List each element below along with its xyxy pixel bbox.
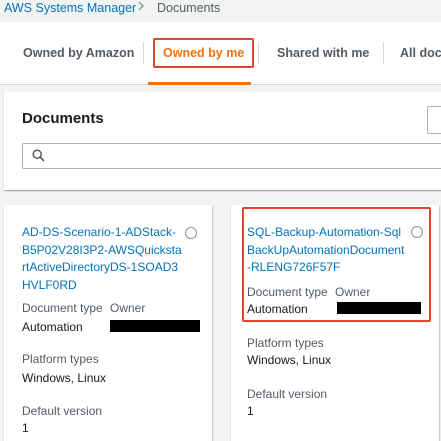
search-box[interactable] xyxy=(22,143,441,169)
default-version-value: 1 xyxy=(247,404,254,418)
document-name-link[interactable]: AD-DS-Scenario-1-ADStack-B5P02V28I3P2-AW… xyxy=(22,224,182,294)
platform-types-value: Windows, Linux xyxy=(22,371,107,385)
document-select-radio[interactable] xyxy=(185,227,197,239)
tab-owned-by-me-label: Owned by me xyxy=(153,38,255,68)
document-type-value: Automation xyxy=(22,320,83,334)
tab-divider xyxy=(258,42,259,64)
breadcrumb: AWS Systems Manager Documents xyxy=(0,0,441,22)
documents-panel: Documents xyxy=(4,92,441,190)
tab-owned-by-me[interactable]: Owned by me xyxy=(153,22,255,84)
search-input[interactable] xyxy=(53,146,441,166)
breadcrumb-current: Documents xyxy=(157,1,221,15)
tab-divider xyxy=(143,42,144,64)
default-version-label: Default version xyxy=(247,387,328,401)
chevron-right-icon xyxy=(137,0,145,16)
systems-manager-documents-page: AWS Systems Manager Documents Owned by A… xyxy=(0,0,441,441)
panel-title: Documents xyxy=(22,110,104,127)
document-type-value: Automation xyxy=(247,302,308,316)
document-card: AD-DS-Scenario-1-ADStack-B5P02V28I3P2-AW… xyxy=(4,205,212,441)
tab-shared-with-me[interactable]: Shared with me xyxy=(277,22,369,84)
document-tabs: Owned by Amazon Owned by me Shared with … xyxy=(0,22,441,85)
tab-divider xyxy=(383,42,384,64)
platform-types-label: Platform types xyxy=(22,352,99,366)
tab-owned-by-amazon[interactable]: Owned by Amazon xyxy=(23,22,134,84)
platform-types-label: Platform types xyxy=(247,336,324,350)
document-select-radio[interactable] xyxy=(411,226,423,238)
panel-action-button[interactable] xyxy=(427,106,441,134)
default-version-value: 1 xyxy=(22,421,29,435)
owner-label: Owner xyxy=(110,301,146,315)
document-card: SQL-Backup-Automation-SqlBackUpAutomatio… xyxy=(231,205,439,441)
owner-redacted xyxy=(337,302,421,314)
document-type-label: Document type xyxy=(22,301,103,315)
breadcrumb-link-systems-manager[interactable]: AWS Systems Manager xyxy=(4,0,136,16)
tab-all-documents[interactable]: All docu xyxy=(400,22,441,84)
document-type-label: Document type xyxy=(247,285,328,299)
owner-redacted xyxy=(110,320,200,332)
search-icon xyxy=(32,149,45,162)
platform-types-value: Windows, Linux xyxy=(247,353,332,367)
active-tab-underline xyxy=(148,82,251,85)
document-name-link[interactable]: SQL-Backup-Automation-SqlBackUpAutomatio… xyxy=(247,224,405,277)
owner-label: Owner xyxy=(335,285,371,299)
default-version-label: Default version xyxy=(22,404,103,418)
